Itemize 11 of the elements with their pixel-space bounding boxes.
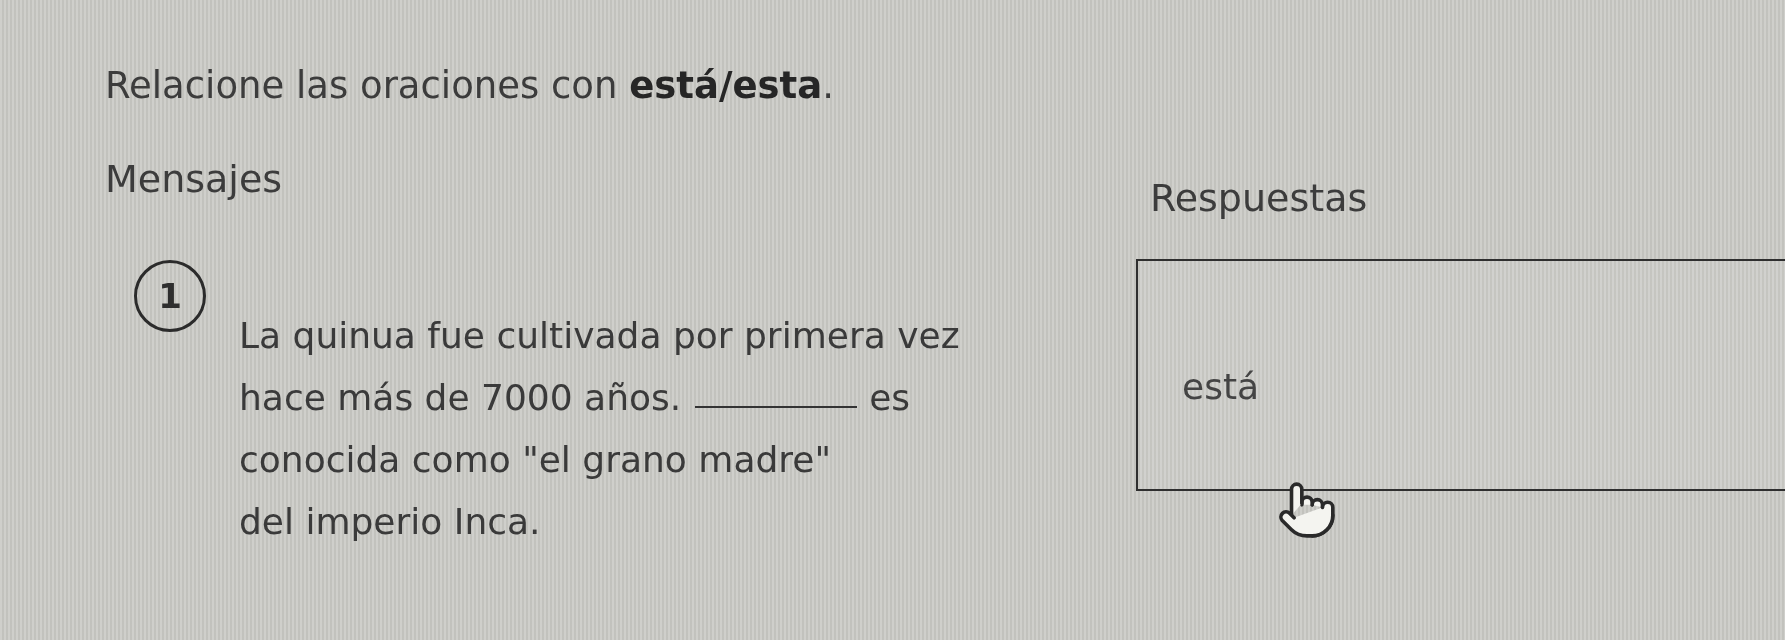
question-text: La quinua fue cultivada por primera vez: [239, 314, 960, 358]
instruction-text: Relacione las oraciones con está/esta.: [105, 63, 835, 109]
question-text: del imperio Inca.: [239, 500, 541, 544]
question-text: conocida como "el grano madre": [239, 438, 831, 482]
messages-heading: Mensajes: [105, 157, 283, 201]
question-text: es: [869, 376, 911, 420]
hand-cursor-icon: [1276, 479, 1338, 541]
question-text: hace más de 7000 años.: [239, 376, 682, 420]
answer-option[interactable]: está: [1136, 259, 1785, 491]
answers-heading: Respuestas: [1150, 176, 1368, 220]
question-number: 1: [134, 260, 206, 332]
